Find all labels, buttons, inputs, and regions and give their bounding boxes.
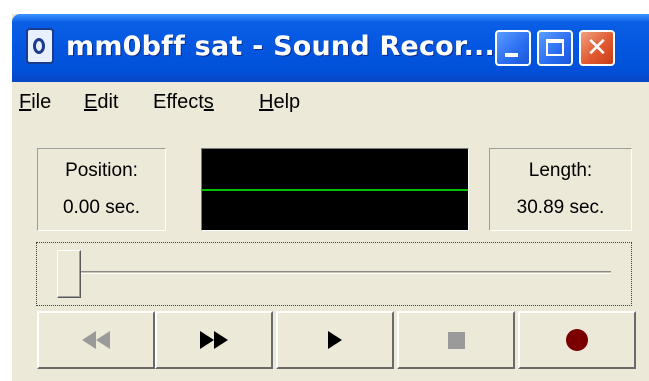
- fast-forward-icon: [157, 313, 271, 367]
- menu-edit[interactable]: Edit: [84, 90, 118, 114]
- position-value: 0.00 sec.: [62, 197, 141, 218]
- slider-thumb[interactable]: [57, 250, 81, 298]
- slider-track[interactable]: [59, 271, 611, 274]
- menu-help-mnemonic: H: [259, 91, 274, 113]
- window-title: mm0bff sat - Sound Recor...: [66, 31, 495, 62]
- minimize-button[interactable]: [495, 30, 531, 66]
- length-display: Length: 30.89 sec.: [489, 148, 632, 231]
- position-slider[interactable]: [36, 242, 632, 306]
- seek-to-start-button[interactable]: [37, 311, 155, 369]
- title-bar[interactable]: mm0bff sat - Sound Recor... ✕: [12, 14, 649, 82]
- position-display: Position: 0.00 sec.: [37, 148, 166, 231]
- sound-recorder-window: mm0bff sat - Sound Recor... ✕ File Edit …: [12, 14, 649, 381]
- stop-icon: [399, 313, 513, 367]
- stop-button[interactable]: [397, 311, 515, 369]
- close-button[interactable]: ✕: [579, 30, 615, 66]
- menu-bar: File Edit Effects Help: [12, 82, 649, 122]
- length-value: 30.89 sec.: [516, 197, 605, 218]
- length-label: Length:: [528, 160, 593, 181]
- menu-help[interactable]: Help: [259, 90, 300, 114]
- menu-edit-mnemonic: E: [84, 91, 98, 113]
- waveform-line: [202, 189, 468, 191]
- menu-file[interactable]: File: [19, 90, 51, 114]
- menu-file-mnemonic: F: [19, 91, 32, 113]
- record-icon: [520, 313, 634, 367]
- menu-edit-label: dit: [97, 91, 119, 113]
- menu-effects-mnemonic: s: [203, 91, 214, 113]
- rewind-icon: [39, 313, 153, 367]
- position-label: Position:: [65, 160, 138, 181]
- menu-file-label: ile: [31, 91, 52, 113]
- menu-help-label: elp: [273, 91, 301, 113]
- minimize-icon: [505, 53, 518, 57]
- record-button[interactable]: [518, 311, 636, 369]
- menu-effects[interactable]: Effects: [153, 90, 214, 114]
- seek-to-end-button[interactable]: [155, 311, 273, 369]
- play-button[interactable]: [276, 311, 394, 369]
- close-icon: ✕: [586, 33, 608, 63]
- menu-effects-label: Effect: [153, 91, 204, 113]
- sound-recorder-app-icon[interactable]: [26, 28, 54, 64]
- maximize-icon: [546, 39, 564, 56]
- maximize-button[interactable]: [537, 30, 573, 66]
- waveform-display: [201, 148, 469, 231]
- play-icon: [278, 313, 392, 367]
